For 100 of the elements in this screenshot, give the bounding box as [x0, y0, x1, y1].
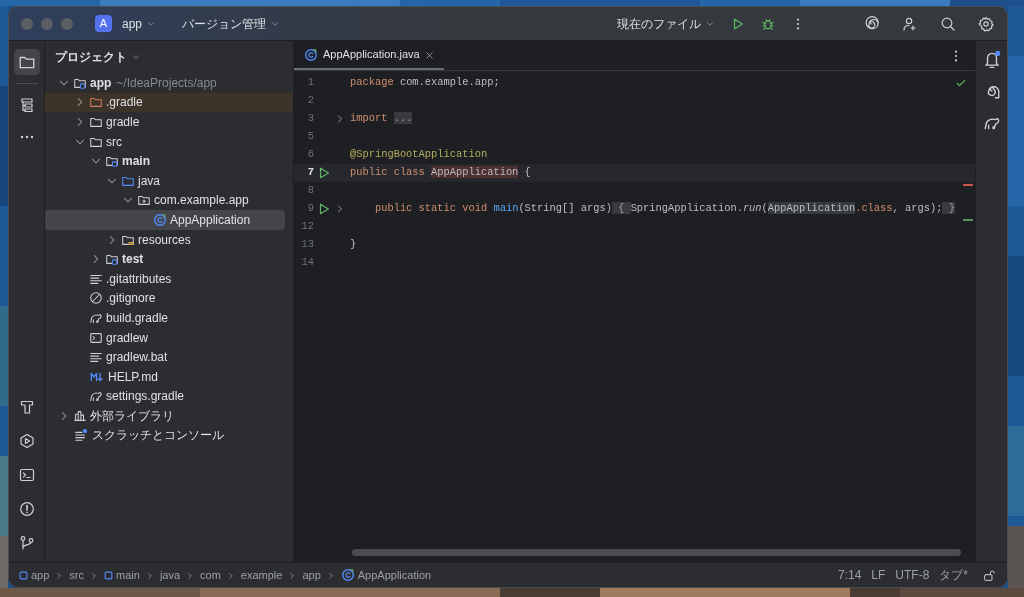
scrollbar[interactable] — [352, 549, 961, 556]
breadcrumb[interactable]: src — [67, 566, 87, 584]
more-icon — [954, 48, 958, 63]
tab-label: AppApplication.java — [323, 47, 420, 63]
tree-row[interactable]: java — [45, 170, 285, 191]
breadcrumb[interactable]: AppApplication — [338, 566, 434, 584]
tree-row[interactable]: gradle — [45, 112, 285, 132]
run-services-icon — [18, 433, 35, 449]
tree-row[interactable]: resources — [45, 229, 285, 250]
structure-icon — [18, 97, 35, 113]
unlocked-icon — [982, 568, 996, 582]
breadcrumb[interactable]: app — [300, 566, 323, 584]
tree-row[interactable]: .gitignore — [45, 288, 285, 309]
tree-row[interactable]: HELP.md — [45, 366, 285, 387]
breadcrumb[interactable]: com — [198, 566, 223, 584]
line-number: 12 — [300, 219, 314, 235]
tree-row[interactable]: スクラッチとコンソール — [45, 425, 285, 446]
line-separator[interactable]: LF — [866, 566, 891, 584]
code-line: package com.example.app; — [350, 75, 500, 91]
line-number: 14 — [300, 255, 314, 271]
vcs-menu[interactable]: バージョン管理 — [176, 12, 287, 35]
code-line: public class AppApplication { — [350, 165, 531, 181]
tree-row[interactable]: test — [45, 249, 285, 269]
breadcrumb[interactable]: java — [157, 566, 183, 584]
tree-row[interactable]: .gitattributes — [45, 268, 285, 289]
code-line: import ... — [350, 111, 413, 127]
breadcrumb[interactable]: example — [238, 566, 285, 584]
tree-item-label: com.example.app — [154, 192, 249, 210]
class-icon — [304, 47, 318, 62]
run-configuration-menu[interactable]: 現在のファイル — [611, 12, 721, 35]
tree-row[interactable]: com.example.app — [45, 190, 285, 211]
spiral-icon — [864, 15, 880, 32]
terminal-file-icon — [89, 330, 103, 345]
run-icon — [731, 16, 745, 31]
line-number: 5 — [306, 129, 314, 145]
check-icon — [955, 77, 967, 89]
problems-icon — [18, 501, 35, 517]
caret-position[interactable]: 7:14 — [832, 566, 867, 584]
tree-row[interactable]: settings.gradle — [45, 386, 285, 407]
tree-item-label: .gitattributes — [106, 270, 172, 288]
file-encoding[interactable]: UTF-8 — [890, 566, 935, 584]
tree-item-label: HELP.md — [108, 368, 158, 386]
code-line: @SpringBootApplication — [350, 147, 488, 163]
run-gutter-button[interactable] — [317, 202, 331, 216]
project-menu[interactable]: app — [116, 12, 163, 35]
branch-icon — [18, 535, 35, 551]
code-line: public static void main(String[] args) { SpringApplication.run(AppApplication.class, args); } — [373, 201, 955, 217]
editor-tab[interactable]: AppApplication.java — [294, 41, 444, 70]
tree-row[interactable]: gradlew — [45, 327, 285, 348]
more-icon — [796, 16, 800, 31]
module-icon — [104, 570, 114, 580]
elephant-icon — [89, 389, 103, 404]
tree-item-label: gradlew — [106, 329, 149, 347]
tree-item-label: .gradle — [106, 94, 143, 112]
tree-item-label: resources — [138, 231, 191, 249]
line-number: 13 — [300, 237, 314, 253]
line-number: 3 — [306, 111, 314, 127]
tree-row[interactable]: AppApplication — [45, 210, 285, 230]
tree-item-label: settings.gradle — [106, 388, 185, 406]
terminal-icon — [18, 467, 35, 483]
tree-item-label: gradle — [106, 114, 140, 131]
ignore-file-icon — [89, 291, 103, 306]
line-number: 1 — [306, 75, 314, 91]
tree-item-label: build.gradle — [106, 309, 169, 327]
bell-icon — [982, 50, 1001, 68]
tree-item-label: java — [138, 172, 160, 190]
class-icon — [153, 212, 167, 227]
search-icon — [940, 15, 956, 32]
breadcrumb[interactable]: main — [102, 566, 142, 584]
run-gutter-button[interactable] — [317, 166, 331, 180]
add-user-icon — [902, 15, 918, 32]
run-icon — [317, 166, 331, 181]
project-badge: A — [95, 15, 112, 32]
tree-item-label: スクラッチとコンソール — [92, 427, 224, 445]
module-icon — [19, 570, 28, 580]
breadcrumb[interactable]: app — [17, 566, 52, 584]
tree-row[interactable]: build.gradle — [45, 308, 285, 328]
bug-icon — [761, 16, 775, 31]
tree-row[interactable]: 外部ライブラリ — [45, 406, 285, 426]
tree-item-label: AppApplication — [170, 211, 251, 229]
indent-setting[interactable]: タブ* — [934, 566, 973, 584]
settings-icon — [978, 15, 994, 32]
tree-item-label: app — [90, 74, 112, 92]
line-number: 7 — [306, 165, 314, 181]
project-tool-button[interactable] — [13, 49, 40, 75]
more-icon — [19, 135, 34, 139]
line-number: 9 — [306, 201, 314, 217]
tree-row[interactable]: app ~/IdeaProjects/app — [45, 73, 285, 93]
code-line: } — [350, 237, 357, 253]
line-number: 6 — [306, 147, 314, 163]
tree-row[interactable]: gradlew.bat — [45, 347, 285, 367]
run-icon — [317, 202, 331, 217]
project-view-menu[interactable]: プロジェクト — [55, 48, 141, 66]
tree-row[interactable]: src — [45, 131, 285, 152]
tree-item-label: .gitignore — [106, 290, 156, 308]
tree-row[interactable]: main — [45, 151, 285, 171]
tree-row[interactable]: .gradle — [45, 92, 293, 113]
scratch-icon — [73, 428, 89, 443]
line-number: 2 — [306, 93, 314, 109]
folder-icon — [89, 95, 103, 110]
